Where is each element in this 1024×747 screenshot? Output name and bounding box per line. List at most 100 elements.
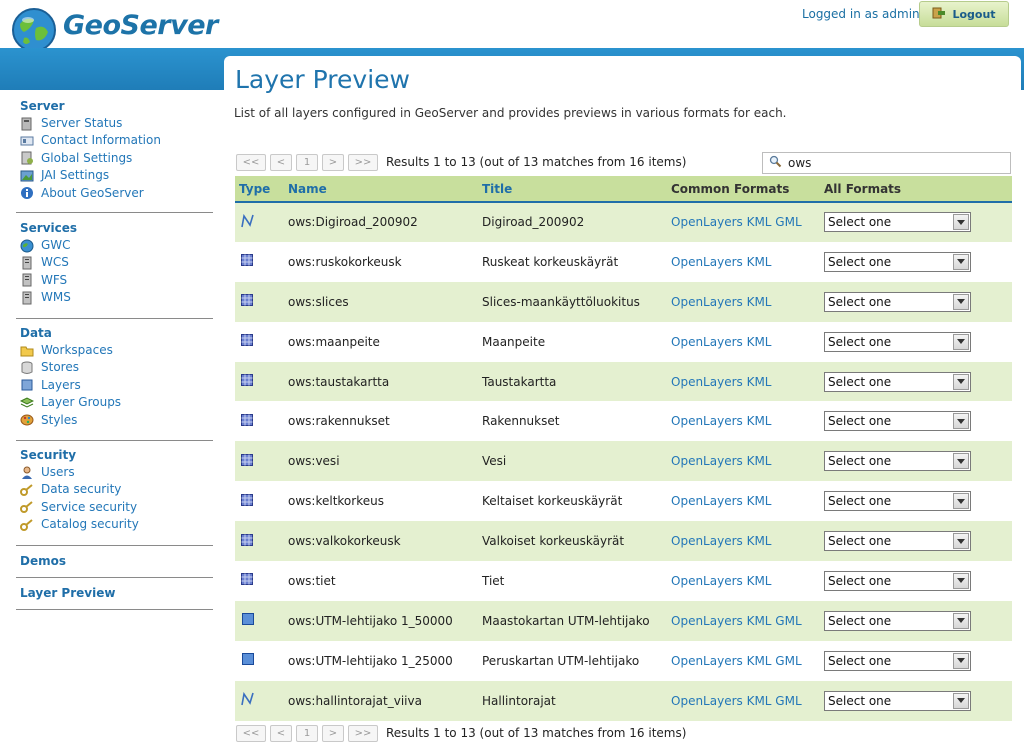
geoserver-globe-icon[interactable] bbox=[10, 6, 58, 54]
sidebar-item-layer-groups[interactable]: Layer Groups bbox=[19, 394, 213, 411]
column-header-title[interactable]: Title bbox=[478, 176, 667, 203]
column-header-name[interactable]: Name bbox=[284, 176, 478, 203]
sidebar-item-contact-information[interactable]: Contact Information bbox=[20, 132, 213, 149]
pager-page-button[interactable]: 1 bbox=[296, 724, 318, 742]
column-header-all-formats: All Formats bbox=[820, 176, 1012, 203]
layer-title: Tiet bbox=[482, 573, 505, 588]
sidebar-item-server-status[interactable]: Server Status bbox=[20, 115, 213, 132]
all-formats-select[interactable]: Select one bbox=[824, 251, 971, 272]
key-icon bbox=[20, 500, 34, 514]
common-formats-links[interactable]: OpenLayers KML bbox=[667, 282, 820, 322]
all-formats-cell: Select one bbox=[820, 641, 1012, 681]
logout-icon bbox=[932, 6, 946, 23]
sidebar-item-users[interactable]: Users bbox=[20, 464, 213, 481]
all-formats-select[interactable]: Select one bbox=[824, 570, 971, 591]
pager-last-button[interactable]: >> bbox=[348, 724, 378, 742]
sidebar-item-label: WMS bbox=[41, 290, 71, 305]
all-formats-select[interactable]: Select one bbox=[824, 451, 971, 472]
sidebar-item-gwc[interactable]: GWC bbox=[20, 237, 213, 254]
layer-title: Peruskartan UTM-lehtijako bbox=[482, 653, 640, 668]
common-formats-links[interactable]: OpenLayers KML bbox=[667, 322, 820, 362]
raster-layer-icon bbox=[241, 533, 253, 549]
raster-layer-icon bbox=[241, 374, 253, 389]
pager-next-button[interactable]: > bbox=[322, 724, 344, 742]
all-formats-select[interactable]: Select one bbox=[824, 291, 971, 312]
all-formats-select[interactable]: Select one bbox=[824, 690, 971, 711]
select-value: Select one bbox=[828, 215, 892, 230]
sidebar-item-workspaces[interactable]: Workspaces bbox=[20, 342, 213, 359]
column-header-type[interactable]: Type bbox=[235, 176, 284, 203]
common-formats-links[interactable]: OpenLayers KML GML bbox=[667, 681, 820, 721]
common-formats-links[interactable]: OpenLayers KML bbox=[667, 561, 820, 601]
raster-layer-icon bbox=[241, 453, 253, 469]
sidebar-section-security: Security Users Data security Service sec… bbox=[20, 446, 213, 534]
search-input[interactable]: ows bbox=[762, 152, 1011, 174]
common-formats-links[interactable]: OpenLayers KML bbox=[667, 242, 820, 282]
common-formats-links[interactable]: OpenLayers KML GML bbox=[667, 202, 820, 242]
sidebar-link-demos[interactable]: Demos bbox=[20, 552, 213, 570]
layer-type-cell bbox=[235, 322, 284, 362]
chevron-down-icon bbox=[953, 453, 969, 470]
sidebar-item-jai-settings[interactable]: JAI Settings bbox=[20, 167, 213, 184]
sidebar-link-layer-preview[interactable]: Layer Preview bbox=[20, 584, 213, 602]
sidebar-item-label: Layer Groups bbox=[41, 395, 122, 410]
sidebar-section-demos: Demos bbox=[20, 552, 213, 570]
layer-name: ows:ruskokorkeusk bbox=[288, 254, 402, 269]
common-formats-links[interactable]: OpenLayers KML GML bbox=[667, 641, 820, 681]
sidebar-item-layers[interactable]: Layers bbox=[20, 377, 213, 394]
chevron-down-icon bbox=[953, 692, 969, 709]
common-formats-links[interactable]: OpenLayers KML bbox=[667, 481, 820, 521]
pager-prev-button[interactable]: < bbox=[270, 153, 292, 171]
all-formats-select[interactable]: Select one bbox=[824, 411, 971, 432]
common-formats-links[interactable]: OpenLayers KML bbox=[667, 401, 820, 441]
sidebar-section-layer-preview: Layer Preview bbox=[20, 584, 213, 602]
key-icon bbox=[20, 483, 34, 497]
all-formats-select[interactable]: Select one bbox=[824, 331, 971, 352]
logout-button[interactable]: Logout bbox=[919, 1, 1009, 27]
common-formats-links[interactable]: OpenLayers KML GML bbox=[667, 601, 820, 641]
key-icon bbox=[20, 518, 34, 532]
sidebar-section-services: Services GWC WCS WFS WMS bbox=[20, 219, 213, 307]
common-formats-links[interactable]: OpenLayers KML bbox=[667, 521, 820, 561]
pager-prev-button[interactable]: < bbox=[270, 724, 292, 742]
pager-results-text: Results 1 to 13 (out of 13 matches from … bbox=[386, 726, 687, 740]
sidebar-divider bbox=[16, 577, 213, 578]
pager-first-button[interactable]: << bbox=[236, 724, 266, 742]
all-formats-select[interactable]: Select one bbox=[824, 531, 971, 552]
pager-last-button[interactable]: >> bbox=[348, 153, 378, 171]
sidebar-item-data-security[interactable]: Data security bbox=[20, 481, 213, 498]
layer-name: ows:hallintorajat_viiva bbox=[288, 693, 422, 708]
sidebar-item-label: Layers bbox=[41, 377, 81, 392]
sidebar-item-wcs[interactable]: WCS bbox=[20, 254, 213, 271]
sidebar-item-styles[interactable]: Styles bbox=[20, 412, 213, 429]
sidebar-item-wfs[interactable]: WFS bbox=[20, 272, 213, 289]
all-formats-select[interactable]: Select one bbox=[824, 491, 971, 512]
chevron-down-icon bbox=[953, 214, 969, 231]
sidebar-item-stores[interactable]: Stores bbox=[20, 359, 213, 376]
sidebar-item-service-security[interactable]: Service security bbox=[20, 499, 213, 516]
chevron-down-icon bbox=[953, 652, 969, 669]
sidebar-item-catalog-security[interactable]: Catalog security bbox=[20, 516, 213, 533]
pager-first-button[interactable]: << bbox=[236, 153, 266, 171]
pager-page-button[interactable]: 1 bbox=[296, 153, 318, 171]
all-formats-select[interactable]: Select one bbox=[824, 371, 971, 392]
pager-next-button[interactable]: > bbox=[322, 153, 344, 171]
chevron-down-icon bbox=[953, 413, 969, 430]
chevron-down-icon bbox=[953, 253, 969, 270]
sidebar-item-about-geoserver[interactable]: About GeoServer bbox=[20, 185, 213, 202]
layer-title: Keltaiset korkeuskäyrät bbox=[482, 494, 623, 509]
sidebar-item-label: GWC bbox=[41, 238, 71, 252]
all-formats-select[interactable]: Select one bbox=[824, 650, 971, 671]
select-value: Select one bbox=[828, 653, 892, 668]
all-formats-select[interactable]: Select one bbox=[824, 610, 971, 631]
layer-name: ows:tiet bbox=[288, 573, 336, 588]
all-formats-select[interactable]: Select one bbox=[824, 212, 971, 233]
table-row: ows:hallintorajat_viiva Hallintorajat Open… bbox=[235, 680, 1012, 721]
sidebar-item-label: Server Status bbox=[41, 116, 123, 130]
sidebar-item-wms[interactable]: WMS bbox=[20, 289, 213, 306]
search-icon bbox=[769, 155, 782, 171]
sidebar-item-global-settings[interactable]: Global Settings bbox=[20, 150, 213, 167]
common-formats-links[interactable]: OpenLayers KML bbox=[667, 362, 820, 402]
all-formats-cell: Select one bbox=[820, 601, 1012, 641]
common-formats-links[interactable]: OpenLayers KML bbox=[667, 441, 820, 481]
